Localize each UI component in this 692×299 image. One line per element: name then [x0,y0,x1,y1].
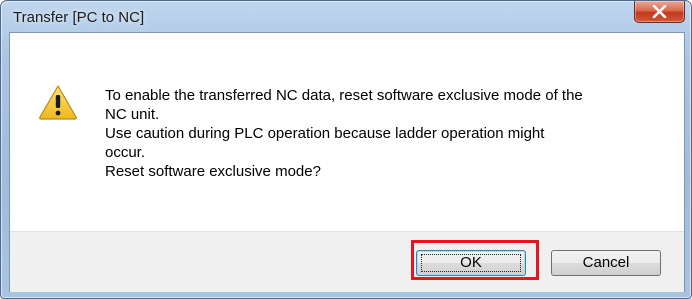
message-line: Use caution during PLC operation because… [105,125,545,142]
close-button[interactable] [634,1,685,23]
title-bar[interactable]: Transfer [PC to NC] [1,1,691,33]
message-line: To enable the transferred NC data, reset… [105,87,583,104]
cancel-button[interactable]: Cancel [551,250,661,276]
message-text: To enable the transferred NC data, reset… [105,86,665,181]
dialog-client-area: To enable the transferred NC data, reset… [9,32,685,292]
message-area: To enable the transferred NC data, reset… [10,33,684,231]
focus-rect [421,254,521,272]
message-line: NC unit. [105,106,160,123]
dialog-window: Transfer [PC to NC] To enable the transf… [0,0,692,299]
message-line: occur. [105,144,146,161]
window-title: Transfer [PC to NC] [13,9,145,26]
warning-icon [39,85,77,120]
message-line: Reset software exclusive mode? [105,163,321,180]
ok-button[interactable]: OK [416,250,526,276]
close-icon [652,5,667,18]
button-bar: OK Cancel [10,231,684,292]
cancel-button-label: Cancel [582,254,630,271]
